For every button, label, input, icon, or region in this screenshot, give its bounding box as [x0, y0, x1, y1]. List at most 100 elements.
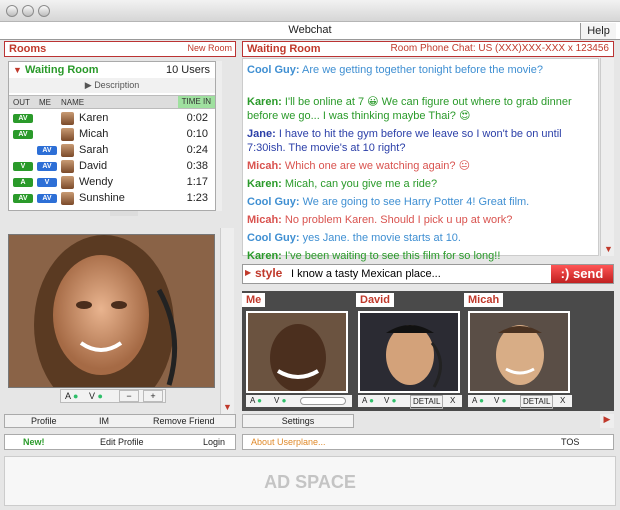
- avatar: [61, 160, 74, 173]
- chat-transcript: Cool Guy: Are we getting together tonigh…: [242, 58, 599, 262]
- chat-message: Cool Guy: Are we getting together tonigh…: [247, 63, 599, 77]
- chat-message: Cool Guy: yes Jane. the movie starts at …: [247, 231, 599, 245]
- user-time-in: 1:23: [186, 192, 208, 204]
- avatar: [61, 112, 74, 125]
- chat-text: I've been waiting to see this film for s…: [284, 250, 501, 262]
- remove-friend-button[interactable]: Remove Friend: [153, 416, 215, 426]
- send-button[interactable]: :) send: [551, 265, 613, 283]
- david-audio-toggle[interactable]: A ●: [362, 395, 374, 407]
- user-row[interactable]: AV Micah 0:10: [9, 127, 215, 143]
- user-row[interactable]: AV Karen 0:02: [9, 111, 215, 127]
- app-title: Webchat: [288, 24, 332, 36]
- user-row[interactable]: AV AV Sunshine 1:23: [9, 191, 215, 207]
- user-count: 10 Users: [165, 64, 210, 76]
- close-window-icon[interactable]: [6, 5, 18, 17]
- video-toggle[interactable]: V ●: [89, 391, 103, 401]
- user-name: Micah: [79, 128, 109, 140]
- user-name: Sunshine: [79, 192, 125, 204]
- left-panel-scrollbar[interactable]: ▼: [220, 228, 234, 414]
- micah-video: [468, 311, 570, 393]
- chat-message: Micah: Which one are we watching again? …: [247, 159, 599, 173]
- column-out[interactable]: OUT: [13, 98, 30, 107]
- waiting-room-title[interactable]: ▼ Waiting Room: [13, 64, 99, 76]
- me-video: [246, 311, 348, 393]
- micah-video-controls: A ● V ● DETAIL X: [468, 395, 572, 409]
- user-time-in: 0:02: [186, 112, 208, 124]
- footer-right-bar: About Userplane... TOS: [242, 434, 614, 450]
- message-input[interactable]: [291, 266, 546, 282]
- scroll-right-arrow-icon[interactable]: ▶: [600, 414, 614, 428]
- scroll-down-arrow-icon[interactable]: ▼: [604, 244, 613, 254]
- user-row[interactable]: AV Sarah 0:24: [9, 143, 215, 159]
- avatar: [61, 192, 74, 205]
- settings-button[interactable]: Settings: [242, 414, 354, 428]
- style-button[interactable]: style: [255, 266, 282, 280]
- style-arrow-icon[interactable]: ▶: [245, 268, 251, 277]
- chat-text: Micah, can you give me a ride?: [284, 178, 438, 190]
- resize-handle[interactable]: [110, 211, 138, 216]
- user-row[interactable]: V AV David 0:38: [9, 159, 215, 175]
- micah-video-image: [470, 313, 568, 391]
- chat-text: I have to hit the gym before we leave so…: [247, 128, 562, 154]
- chat-text: No problem Karen. Should I pick u up at …: [284, 214, 513, 226]
- chat-message: Karen: I've been waiting to see this fil…: [247, 249, 599, 263]
- new-badge: New!: [23, 437, 45, 447]
- out-av-badge: A: [13, 178, 33, 187]
- chat-text: I'll be online at 7 😀 We can figure out …: [247, 96, 572, 122]
- new-room-button[interactable]: New Room: [187, 43, 232, 53]
- zoom-in-button[interactable]: +: [143, 390, 163, 402]
- user-row[interactable]: A V Wendy 1:17: [9, 175, 215, 191]
- user-time-in: 1:17: [186, 176, 208, 188]
- david-video-image: [360, 313, 458, 391]
- chat-speaker: Karen:: [247, 178, 282, 190]
- me-video-image: [248, 313, 346, 391]
- edit-profile-button[interactable]: Edit Profile: [100, 437, 144, 447]
- out-av-badge: AV: [13, 130, 33, 139]
- micah-video-toggle[interactable]: V ●: [494, 395, 506, 407]
- me-video-toggle[interactable]: V ●: [274, 395, 286, 407]
- minimize-window-icon[interactable]: [22, 5, 34, 17]
- david-close-button[interactable]: X: [450, 395, 455, 407]
- user-name: David: [79, 160, 108, 172]
- chat-text: Are we getting together tonight before t…: [302, 64, 543, 76]
- login-button[interactable]: Login: [203, 437, 225, 447]
- zoom-window-icon[interactable]: [38, 5, 50, 17]
- collapse-triangle-icon[interactable]: ▼: [13, 65, 22, 75]
- chat-scrollbar[interactable]: ▼: [600, 58, 614, 256]
- zoom-out-button[interactable]: −: [119, 390, 139, 402]
- david-video-toggle[interactable]: V ●: [384, 395, 396, 407]
- about-userplane-link[interactable]: About Userplane...: [251, 437, 326, 447]
- help-button[interactable]: Help: [580, 23, 616, 39]
- avatar: [61, 176, 74, 189]
- chat-speaker: Micah:: [247, 160, 282, 172]
- description-toggle[interactable]: ▶ Description: [9, 78, 215, 93]
- micah-detail-button[interactable]: DETAIL: [520, 395, 554, 409]
- profile-button[interactable]: Profile: [31, 416, 57, 426]
- me-av-badge: AV: [37, 162, 57, 171]
- scroll-down-arrow-icon[interactable]: ▼: [223, 402, 232, 412]
- me-av-badge: AV: [37, 146, 57, 155]
- david-detail-button[interactable]: DETAIL: [410, 395, 444, 409]
- micah-close-button[interactable]: X: [560, 395, 565, 407]
- volume-slider[interactable]: [300, 397, 346, 405]
- audio-toggle[interactable]: A ●: [65, 391, 78, 401]
- im-button[interactable]: IM: [99, 416, 109, 426]
- chat-message: Karen: Micah, can you give me a ride?: [247, 177, 599, 191]
- column-name[interactable]: NAME: [61, 98, 84, 107]
- footer-left-bar: New! Edit Profile Login: [4, 434, 236, 450]
- user-list-scrollbar[interactable]: [216, 61, 222, 211]
- chat-speaker: Micah:: [247, 214, 282, 226]
- rooms-title: Rooms: [9, 43, 47, 55]
- column-time-in[interactable]: TIME IN: [177, 96, 215, 108]
- column-me[interactable]: ME: [39, 98, 51, 107]
- tos-link[interactable]: TOS: [561, 437, 579, 447]
- user-name: Wendy: [79, 176, 114, 188]
- video-tray: Me David Micah A ● V ● A ● V ● DETAIL X …: [242, 291, 614, 411]
- me-audio-toggle[interactable]: A ●: [250, 395, 262, 407]
- user-time-in: 0:10: [186, 128, 208, 140]
- user-time-in: 0:38: [186, 160, 208, 172]
- out-av-badge: AV: [13, 114, 33, 123]
- chat-message: Jane: I have to hit the gym before we le…: [247, 127, 599, 155]
- david-video-controls: A ● V ● DETAIL X: [358, 395, 462, 409]
- micah-audio-toggle[interactable]: A ●: [472, 395, 484, 407]
